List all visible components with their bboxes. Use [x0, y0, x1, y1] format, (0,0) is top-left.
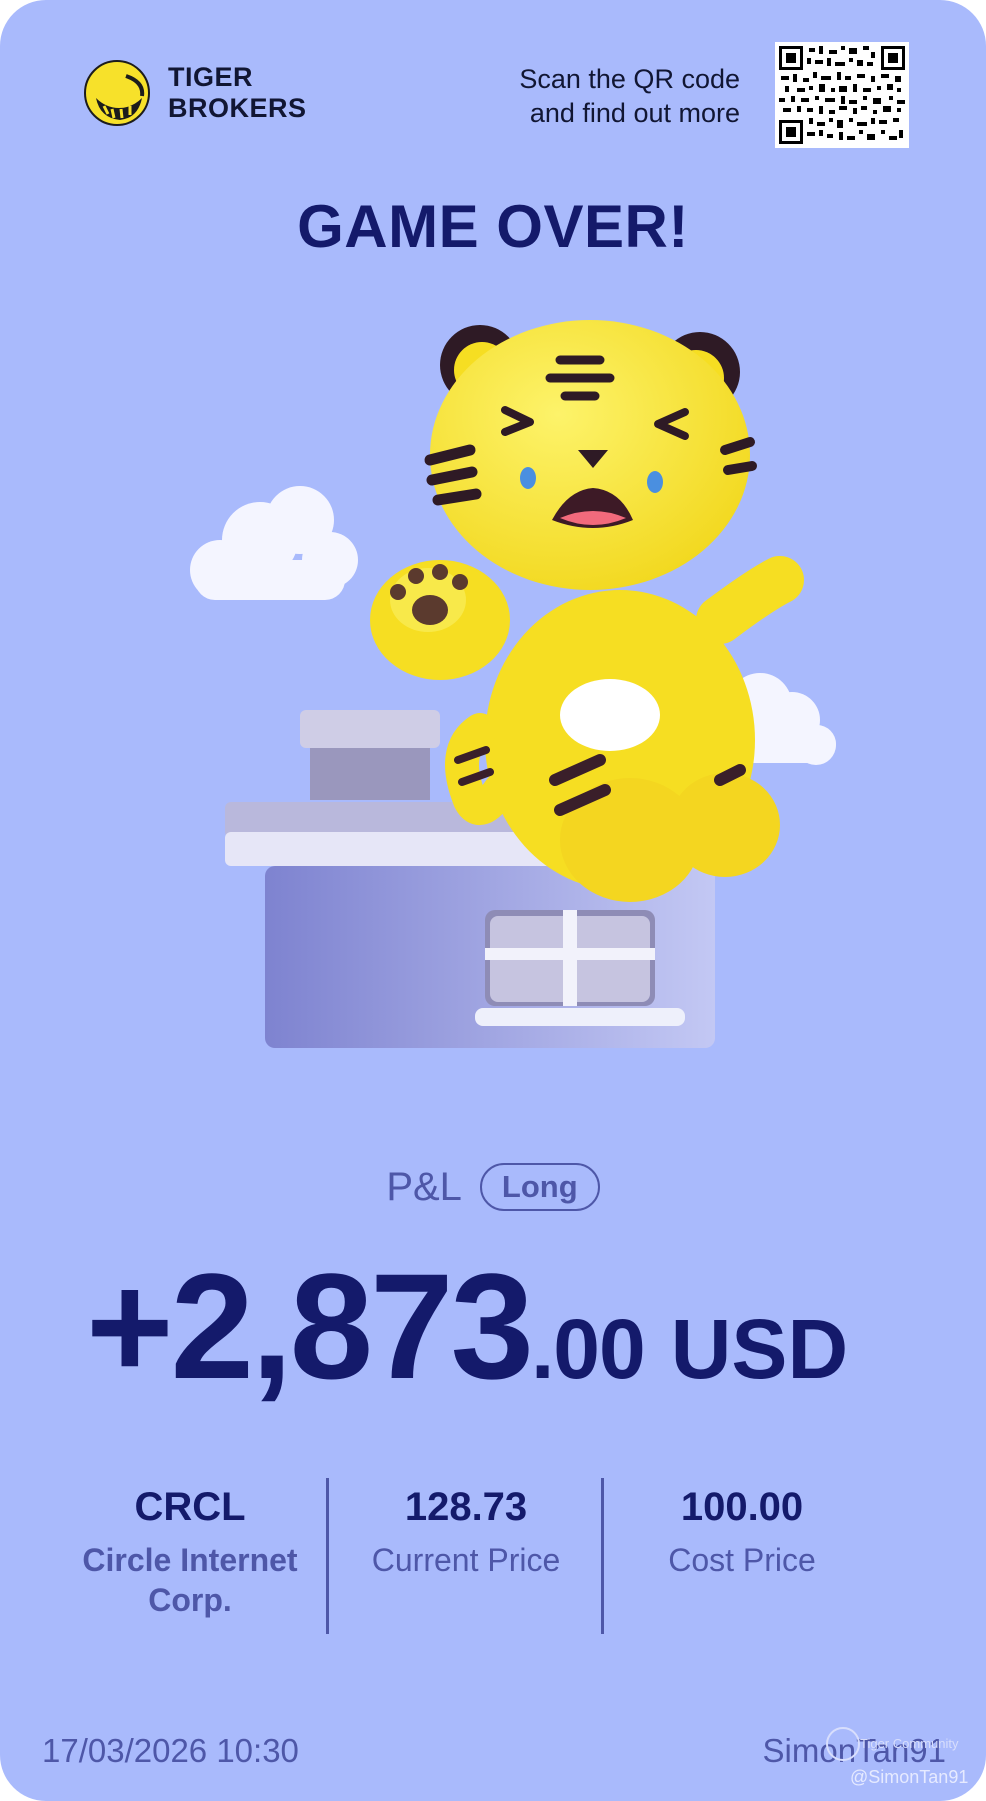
current-price-value: 128.73 [404, 1485, 528, 1529]
pnl-amount: +2,873 .00 USD [86, 1240, 848, 1413]
stat-current-price: 128.73 Current Price [328, 1478, 604, 1620]
crying-tiger-on-house-illustration [180, 320, 880, 1060]
current-price-label: Current Price [371, 1542, 561, 1578]
cost-price-value: 100.00 [680, 1485, 804, 1529]
community-watermark-icon [826, 1727, 860, 1761]
brand-name: TIGER BROKERS [168, 62, 307, 124]
company-name-line2: Corp. [148, 1582, 232, 1618]
pnl-currency: USD [670, 1302, 849, 1396]
brand-name-line2: BROKERS [168, 93, 307, 123]
cloud-icon [190, 486, 358, 600]
cost-price-label: Cost Price [668, 1542, 816, 1578]
company-name-line1: Circle Internet [82, 1542, 298, 1578]
timestamp: 17/03/2026 10:30 [42, 1732, 299, 1769]
brand-logo: TIGER BROKERS [84, 60, 307, 126]
tiger-logo-icon [84, 60, 150, 126]
qr-code-icon[interactable] [775, 42, 909, 148]
pnl-amount-integer: +2,873 [86, 1242, 534, 1410]
company-name: Circle Internet Corp. [52, 1540, 328, 1620]
stats-row: CRCL Circle Internet Corp. 128.73 Curren… [52, 1478, 888, 1620]
page-title: GAME OVER! [297, 193, 689, 260]
brand-name-line1: TIGER [168, 62, 254, 92]
pnl-label: P&L [386, 1164, 462, 1209]
pnl-amount-decimal: .00 [530, 1302, 646, 1396]
divider [601, 1478, 604, 1634]
position-tag: Long [479, 1163, 600, 1211]
qr-caption-line2: and find out more [529, 98, 740, 128]
ticker-symbol: CRCL [134, 1485, 246, 1529]
divider [326, 1478, 329, 1634]
stat-symbol: CRCL Circle Internet Corp. [52, 1478, 328, 1620]
stat-cost-price: 100.00 Cost Price [604, 1478, 880, 1620]
watermark-handle: @SimonTan91 [850, 1767, 969, 1787]
qr-caption-line1: Scan the QR code [519, 64, 740, 94]
watermark-text: Tiger Community [860, 1736, 959, 1751]
pnl-header: P&L Long [0, 1163, 986, 1211]
qr-caption: Scan the QR code and find out more [519, 62, 740, 130]
share-card: TIGER BROKERS Scan the QR code and find … [0, 0, 986, 1801]
